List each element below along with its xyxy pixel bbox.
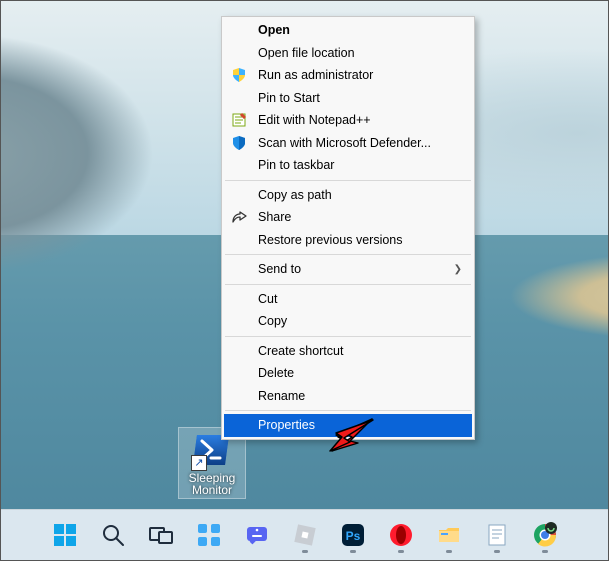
menu-item-label: Rename bbox=[258, 389, 305, 403]
context-menu: Open Open file location Run as administrat… bbox=[221, 16, 475, 440]
widgets-button[interactable] bbox=[189, 515, 229, 555]
menu-separator bbox=[225, 284, 471, 285]
start-button[interactable] bbox=[45, 515, 85, 555]
task-view-button[interactable] bbox=[141, 515, 181, 555]
menu-item-rename[interactable]: Rename bbox=[224, 385, 472, 408]
photoshop-app[interactable]: Ps bbox=[333, 515, 373, 555]
search-button[interactable] bbox=[93, 515, 133, 555]
menu-item-share[interactable]: Share bbox=[224, 206, 472, 229]
menu-item-label: Copy as path bbox=[258, 188, 332, 202]
menu-item-label: Create shortcut bbox=[258, 344, 343, 358]
menu-item-pin-to-start[interactable]: Pin to Start bbox=[224, 87, 472, 110]
menu-item-run-as-administrator[interactable]: Run as administrator bbox=[224, 64, 472, 87]
menu-item-label: Scan with Microsoft Defender... bbox=[258, 136, 431, 150]
menu-item-label: Restore previous versions bbox=[258, 233, 403, 247]
menu-item-label: Send to bbox=[258, 262, 301, 276]
svg-text:Ps: Ps bbox=[345, 529, 360, 543]
notepad-app[interactable] bbox=[477, 515, 517, 555]
shortcut-arrow-badge: ↗ bbox=[191, 455, 207, 471]
menu-item-open-file-location[interactable]: Open file location bbox=[224, 42, 472, 65]
menu-separator bbox=[225, 254, 471, 255]
uac-shield-icon bbox=[230, 66, 248, 84]
chrome-app[interactable] bbox=[525, 515, 565, 555]
menu-item-copy-as-path[interactable]: Copy as path bbox=[224, 184, 472, 207]
menu-separator bbox=[225, 180, 471, 181]
menu-item-send-to[interactable]: Send to ❯ bbox=[224, 258, 472, 281]
menu-item-delete[interactable]: Delete bbox=[224, 362, 472, 385]
menu-item-scan-with-microsoft-defender[interactable]: Scan with Microsoft Defender... bbox=[224, 132, 472, 155]
taskbar: Ps bbox=[1, 509, 608, 560]
menu-item-open[interactable]: Open bbox=[224, 19, 472, 42]
notepadpp-icon bbox=[230, 111, 248, 129]
menu-item-properties[interactable]: Properties bbox=[224, 414, 472, 437]
menu-item-label: Open file location bbox=[258, 46, 355, 60]
menu-item-label: Copy bbox=[258, 314, 287, 328]
menu-item-label: Properties bbox=[258, 418, 315, 432]
menu-separator bbox=[225, 336, 471, 337]
share-icon bbox=[230, 208, 248, 226]
menu-separator bbox=[225, 410, 471, 411]
menu-item-label: Delete bbox=[258, 366, 294, 380]
menu-item-label: Open bbox=[258, 23, 290, 37]
menu-item-restore-previous-versions[interactable]: Restore previous versions bbox=[224, 229, 472, 252]
menu-item-label: Cut bbox=[258, 292, 277, 306]
roblox-app[interactable] bbox=[285, 515, 325, 555]
menu-item-pin-to-taskbar[interactable]: Pin to taskbar bbox=[224, 154, 472, 177]
shortcut-label: Sleeping Monitor bbox=[179, 472, 245, 496]
menu-item-label: Pin to taskbar bbox=[258, 158, 334, 172]
explorer-app[interactable] bbox=[429, 515, 469, 555]
chevron-right-icon: ❯ bbox=[454, 264, 462, 275]
menu-item-label: Edit with Notepad++ bbox=[258, 113, 371, 127]
defender-shield-icon bbox=[230, 134, 248, 152]
menu-item-cut[interactable]: Cut bbox=[224, 288, 472, 311]
chat-button[interactable] bbox=[237, 515, 277, 555]
menu-item-label: Pin to Start bbox=[258, 91, 320, 105]
menu-item-edit-with-notepad[interactable]: Edit with Notepad++ bbox=[224, 109, 472, 132]
menu-item-create-shortcut[interactable]: Create shortcut bbox=[224, 340, 472, 363]
menu-item-label: Share bbox=[258, 210, 291, 224]
menu-item-label: Run as administrator bbox=[258, 68, 373, 82]
menu-item-copy[interactable]: Copy bbox=[224, 310, 472, 333]
opera-app[interactable] bbox=[381, 515, 421, 555]
